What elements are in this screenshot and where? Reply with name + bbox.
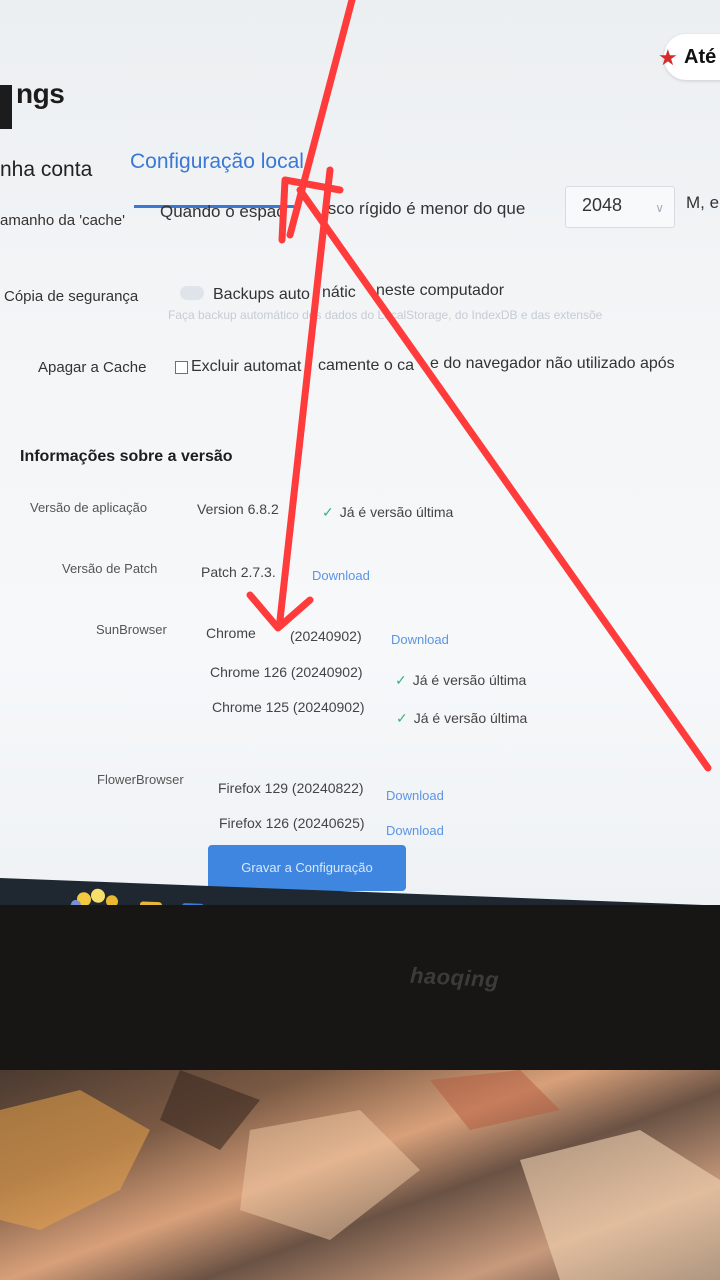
cache-size-label: amanho da 'cache' (0, 212, 125, 229)
flowerbrowser-label: FlowerBrowser (97, 772, 184, 787)
sunbrowser-item-3-name: Chrome 125 (20240902) (212, 699, 365, 715)
cache-size-value: 2048 (582, 195, 623, 215)
backup-text: Backups auto (213, 286, 310, 303)
cache-size-input[interactable]: 2048 ∨ (565, 186, 675, 228)
tab-local-settings[interactable]: Configuração local (130, 150, 304, 174)
save-configuration-button[interactable]: Gravar a Configuração (208, 845, 406, 891)
check-icon: ✓ (396, 710, 408, 726)
chevron-down-icon[interactable]: ∨ (655, 201, 664, 215)
monitor-brand-logo: haoqing (409, 962, 500, 993)
title-cursor-mark (0, 85, 12, 129)
patch-version-label: Versão de Patch (62, 561, 158, 576)
promo-badge[interactable]: ★ Até (658, 34, 720, 80)
check-icon: ✓ (322, 504, 334, 520)
app-version-label: Versão de aplicação (30, 500, 148, 515)
badge-label: Até (684, 46, 717, 68)
cache-size-unit: M, e (686, 193, 720, 212)
tab-account[interactable]: nha conta (0, 158, 92, 182)
backup-label: Cópia de segurança (4, 288, 139, 305)
clear-cache-text: Excluir automat (191, 358, 302, 375)
mousepad-artwork (0, 1070, 720, 1280)
sunbrowser-item-2-status: ✓ Já é versão última (395, 672, 527, 688)
sunbrowser-item-1-name-b: (20240902) (290, 628, 362, 644)
sunbrowser-item-1-name-a: Chrome (206, 625, 256, 641)
app-version-status: ✓ Já é versão última (322, 504, 454, 520)
sunbrowser-item-3-status: ✓ Já é versão última (396, 710, 528, 726)
app-version-value: Version 6.8.2 (197, 501, 279, 517)
page-title: ngs (16, 78, 65, 109)
flowerbrowser-item-2-download[interactable]: Download (386, 823, 444, 838)
backup-toggle[interactable] (180, 286, 204, 300)
clear-cache-label: Apagar a Cache (38, 359, 147, 376)
sunbrowser-item-1-download[interactable]: Download (391, 632, 449, 647)
patch-version-value: Patch 2.7.3. (201, 564, 276, 580)
clear-cache-checkbox[interactable] (175, 361, 188, 374)
clear-cache-text-tail: e do navegador não utilizado após (430, 355, 675, 372)
backup-description: Faça backup automático dos dados do Loca… (168, 308, 603, 322)
check-icon: ✓ (395, 672, 407, 688)
star-icon: ★ (658, 45, 678, 70)
clear-cache-text-mid: camente o ca (318, 357, 415, 374)
version-section-title: Informações sobre a versão (20, 448, 233, 465)
flowerbrowser-item-1-name: Firefox 129 (20240822) (218, 780, 364, 796)
backup-text-tail: neste computador (376, 282, 505, 299)
backup-text-mid: nátic (322, 284, 356, 301)
cache-size-text-tail: isco rígido é menor do que (324, 199, 526, 218)
sunbrowser-label: SunBrowser (96, 622, 167, 637)
monitor-screen: ngs ★ Até nha conta Configuração local a… (0, 0, 720, 935)
flowerbrowser-item-2-name: Firefox 126 (20240625) (219, 815, 365, 831)
sunbrowser-item-2-name: Chrome 126 (20240902) (210, 664, 363, 680)
patch-download-link[interactable]: Download (312, 568, 370, 583)
cache-size-text: Quando o espaç (160, 202, 285, 221)
flowerbrowser-item-1-download[interactable]: Download (386, 788, 444, 803)
